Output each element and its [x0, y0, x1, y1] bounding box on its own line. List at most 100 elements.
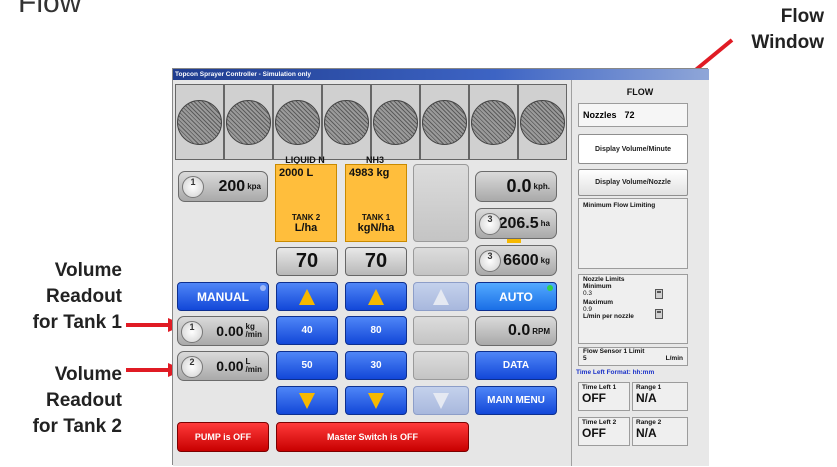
- time-left-format: Time Left Format: hh:mm: [576, 369, 655, 376]
- nozzle-icon: [324, 99, 369, 145]
- nozzle-icon: [177, 99, 222, 145]
- area-unit: ha: [540, 219, 550, 228]
- nozzle-section[interactable]: [469, 84, 518, 160]
- tank1-volume-unit: kg /min: [246, 323, 262, 339]
- flow-sensor-box[interactable]: Flow Sensor 1 Limit 5 L/min: [578, 347, 688, 366]
- callout-tank1: Volume Readout for Tank 1: [0, 258, 122, 336]
- tank1-amount: 4983 kg: [349, 167, 390, 179]
- time-left-1-label: Time Left 1: [582, 384, 617, 391]
- nozzle-icon: [226, 99, 271, 145]
- display-volume-nozzle-button[interactable]: Display Volume/Nozzle: [578, 169, 688, 196]
- callout-line: Flow: [780, 6, 824, 27]
- tank2-box[interactable]: 2000 L TANK 2 L/ha: [275, 164, 337, 242]
- master-switch-button[interactable]: Master Switch is OFF: [276, 422, 469, 452]
- auto-label: AUTO: [499, 289, 533, 304]
- nozzle-icon: [471, 99, 516, 145]
- callout-line: Volume: [54, 364, 122, 385]
- flow-panel-title: FLOW: [626, 87, 654, 97]
- tank1-label: TANK 1: [361, 213, 391, 222]
- rpm-readout[interactable]: 0.0 RPM: [475, 316, 557, 346]
- nozzle-limits-label: Nozzle Limits: [583, 276, 625, 283]
- tank2-amount: 2000 L: [279, 167, 314, 179]
- range-1-box[interactable]: Range 1 N/A: [632, 382, 688, 411]
- minimum-flow-limiting-label: Minimum Flow Limiting: [583, 202, 656, 209]
- nozzle-section[interactable]: [420, 84, 469, 160]
- maximum-value: 0.9: [583, 306, 593, 313]
- tank2-volume-value: 0.00: [216, 358, 244, 374]
- sprayer-controller-window: Topcon Sprayer Controller - Simulation o…: [172, 68, 709, 466]
- tank1-preset-1-button[interactable]: 80: [345, 316, 407, 345]
- tank1-volume-unit-bottom: /min: [245, 330, 262, 339]
- per-nozzle-label: L/min per nozzle: [583, 313, 634, 320]
- manual-button[interactable]: MANUAL: [177, 282, 269, 311]
- calculator-icon[interactable]: [655, 289, 663, 299]
- time-left-2-value: OFF: [582, 426, 606, 440]
- main-menu-button[interactable]: MAIN MENU: [475, 386, 557, 415]
- flow-panel: FLOW Nozzles 72 Display Volume/Minute Di…: [571, 80, 709, 466]
- empty-increase-button: [413, 282, 469, 311]
- up-arrow-icon: [299, 288, 315, 305]
- tank2-increase-button[interactable]: [276, 282, 338, 311]
- nozzle-section[interactable]: [273, 84, 322, 160]
- manual-indicator: [260, 285, 266, 291]
- manual-label: MANUAL: [197, 289, 249, 304]
- nozzle-section[interactable]: [175, 84, 224, 160]
- empty-tank-slot: [413, 164, 469, 242]
- nozzle-section[interactable]: [518, 84, 567, 160]
- time-left-2-box[interactable]: Time Left 2 OFF: [578, 417, 630, 446]
- tank1-decrease-button[interactable]: [345, 386, 407, 415]
- range-2-box[interactable]: Range 2 N/A: [632, 417, 688, 446]
- callout-line: Readout: [46, 390, 122, 411]
- calculator-icon[interactable]: [655, 309, 663, 319]
- area-readout[interactable]: 3 206.5 ha: [475, 208, 557, 239]
- weight-value: 6600: [503, 251, 539, 269]
- flow-sensor-value: 5: [583, 355, 587, 362]
- range-1-value: N/A: [636, 391, 657, 405]
- time-left-1-box[interactable]: Time Left 1 OFF: [578, 382, 630, 411]
- tank2-decrease-button[interactable]: [276, 386, 338, 415]
- tank2-volume-unit: L /min: [246, 358, 262, 374]
- weight-readout[interactable]: 3 6600 kg: [475, 245, 557, 276]
- tank1-rate-value[interactable]: 70: [345, 247, 407, 276]
- tank2-rate-value[interactable]: 70: [276, 247, 338, 276]
- main-panel: 1 200 kpa LIQUID N NH3 2000 L TANK 2 L/h…: [173, 80, 571, 466]
- nozzle-section[interactable]: [322, 84, 371, 160]
- minimum-value: 0.3: [583, 290, 593, 297]
- window-title: Topcon Sprayer Controller - Simulation o…: [173, 69, 709, 80]
- up-arrow-icon: [433, 288, 449, 305]
- orange-indicator: [507, 239, 521, 243]
- tank1-rate-unit: kgN/ha: [357, 222, 395, 234]
- display-volume-minute-button[interactable]: Display Volume/Minute: [578, 134, 688, 164]
- nozzle-section[interactable]: [224, 84, 273, 160]
- range-1-label: Range 1: [636, 384, 662, 391]
- pump-button[interactable]: PUMP is OFF: [177, 422, 269, 452]
- tank2-volume-readout[interactable]: 2 0.00 L /min: [177, 351, 269, 381]
- nozzle-section[interactable]: [371, 84, 420, 160]
- speed-readout[interactable]: 0.0 kph.: [475, 171, 557, 202]
- speed-value: 0.0: [506, 176, 532, 196]
- tank1-increase-button[interactable]: [345, 282, 407, 311]
- dial-icon: 2: [181, 356, 203, 378]
- empty-rate-slot: [413, 247, 469, 276]
- tank2-preset-2-button[interactable]: 50: [276, 351, 338, 380]
- tank1-box[interactable]: 4983 kg TANK 1 kgN/ha: [345, 164, 407, 242]
- down-arrow-icon: [433, 392, 449, 409]
- auto-button[interactable]: AUTO: [475, 282, 557, 311]
- data-button[interactable]: DATA: [475, 351, 557, 380]
- down-arrow-icon: [368, 392, 384, 409]
- range-2-label: Range 2: [636, 419, 662, 426]
- range-2-value: N/A: [636, 426, 657, 440]
- tank1-preset-2-button[interactable]: 30: [345, 351, 407, 380]
- empty-decrease-button: [413, 386, 469, 415]
- nozzles-label: Nozzles: [583, 110, 617, 120]
- empty-preset-slot: [413, 351, 469, 380]
- nozzle-icon: [520, 99, 565, 145]
- nozzles-box[interactable]: Nozzles 72: [578, 103, 688, 127]
- dial-icon: 3: [479, 213, 501, 235]
- empty-preset-slot: [413, 316, 469, 345]
- tank2-preset-1-button[interactable]: 40: [276, 316, 338, 345]
- pressure-readout[interactable]: 1 200 kpa: [178, 171, 268, 202]
- pressure-unit: kpa: [247, 182, 261, 191]
- minimum-flow-limiting-box[interactable]: Minimum Flow Limiting: [578, 198, 688, 269]
- tank1-volume-readout[interactable]: 1 0.00 kg /min: [177, 316, 269, 346]
